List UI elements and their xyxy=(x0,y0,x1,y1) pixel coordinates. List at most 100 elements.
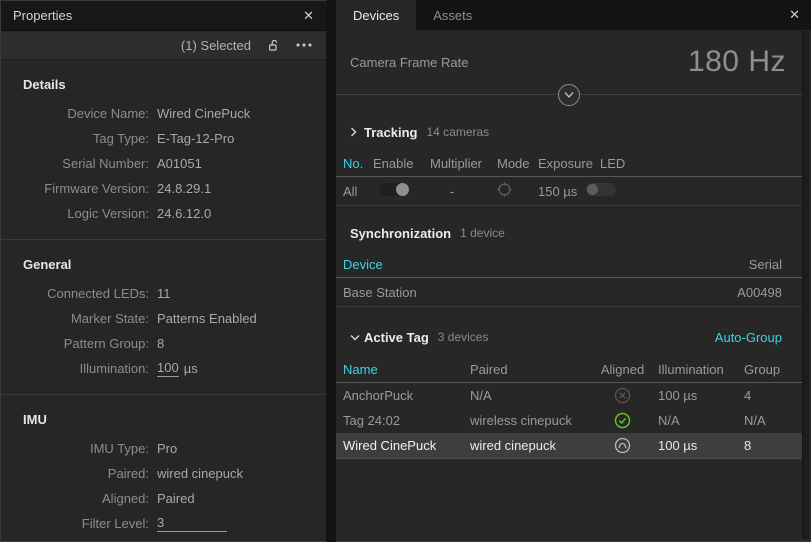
chevron-down-circle-icon[interactable] xyxy=(558,84,580,106)
prop-row-illumination: Illumination: 100 µs xyxy=(1,356,326,381)
col-header-multiplier[interactable]: Multiplier xyxy=(430,156,497,171)
properties-body: Details Device Name: Wired CinePuck Tag … xyxy=(1,60,326,541)
devices-body: Camera Frame Rate 180 Hz Tracking 14 cam… xyxy=(336,30,811,541)
close-icon[interactable]: ✕ xyxy=(303,9,314,22)
tag-group: 8 xyxy=(744,438,802,453)
active-tag-row-tag-2402[interactable]: Tag 24:02 wireless cinepuck N/A N/A xyxy=(336,408,802,433)
enable-toggle[interactable] xyxy=(379,183,409,196)
prop-value: E-Tag-12-Pro xyxy=(157,131,234,146)
prop-value: 24.6.12.0 xyxy=(157,206,211,221)
prop-label: Illumination: xyxy=(1,361,149,376)
toggle-knob xyxy=(587,184,598,195)
tag-group: N/A xyxy=(744,413,802,428)
prop-label: Device Name: xyxy=(1,106,149,121)
active-tag-row-wired-cinepuck[interactable]: Wired CinePuck wired cinepuck 100 µs 8 xyxy=(336,433,802,458)
led-toggle[interactable] xyxy=(586,183,616,196)
auto-group-link[interactable]: Auto-Group xyxy=(715,330,782,345)
more-options-icon[interactable] xyxy=(296,43,312,47)
section-divider xyxy=(336,205,802,206)
active-tag-section-header[interactable]: Active Tag 3 devices Auto-Group xyxy=(336,326,802,348)
synchronization-section-header[interactable]: Synchronization 1 device xyxy=(336,222,802,244)
selected-count-label: (1) Selected xyxy=(181,38,251,53)
prop-row-marker-state: Marker State: Patterns Enabled xyxy=(1,306,326,331)
section-divider xyxy=(336,306,802,307)
tab-assets[interactable]: Assets xyxy=(416,0,489,30)
prop-label: Marker State: xyxy=(1,311,149,326)
prop-row-firmware-version: Firmware Version: 24.8.29.1 xyxy=(1,176,326,201)
illumination-unit: µs xyxy=(184,361,198,376)
led-cell xyxy=(600,183,650,199)
prop-row-aligned: Aligned: Paired xyxy=(1,486,326,511)
devices-panel: Devices Assets ✕ Camera Frame Rate 180 H… xyxy=(336,0,811,542)
prop-value: wired cinepuck xyxy=(157,466,243,481)
tracking-title: Tracking xyxy=(364,125,417,140)
prop-value: Pro xyxy=(157,441,177,456)
camera-frame-rate-label: Camera Frame Rate xyxy=(350,55,468,70)
col-header-serial[interactable]: Serial xyxy=(749,257,782,272)
tag-name: Wired CinePuck xyxy=(343,438,470,453)
section-header-general: General xyxy=(1,240,326,281)
close-icon[interactable]: ✕ xyxy=(789,8,800,21)
device-serial: A00498 xyxy=(737,285,782,300)
filter-level-field[interactable]: 3 xyxy=(157,515,227,532)
col-header-enable[interactable]: Enable xyxy=(373,156,430,171)
prop-label: IMU Type: xyxy=(1,441,149,456)
section-header-imu: IMU xyxy=(1,395,326,436)
chevron-right-icon[interactable] xyxy=(350,127,364,137)
panel-divider[interactable] xyxy=(327,0,336,542)
active-tag-count: 3 devices xyxy=(438,330,489,344)
prop-label: Logic Version: xyxy=(1,206,149,221)
prop-label: Tag Type: xyxy=(1,131,149,146)
col-header-illumination[interactable]: Illumination xyxy=(650,362,744,377)
prop-row-logic-version: Logic Version: 24.6.12.0 xyxy=(1,201,326,226)
prop-label: Paired: xyxy=(1,466,149,481)
prop-label: Aligned: xyxy=(1,491,149,506)
tracking-row-all[interactable]: All - 150 µs xyxy=(336,177,802,205)
multiplier-value: - xyxy=(430,184,497,199)
active-tag-row-anchorpuck[interactable]: AnchorPuck N/A 100 µs 4 xyxy=(336,383,802,408)
col-header-aligned[interactable]: Aligned xyxy=(595,362,650,377)
prop-row-tag-type: Tag Type: E-Tag-12-Pro xyxy=(1,126,326,151)
properties-toolbar: (1) Selected xyxy=(1,31,326,60)
illumination-field[interactable]: 100 xyxy=(157,360,179,377)
chevron-down-icon[interactable] xyxy=(350,334,364,341)
tracking-mode-icon[interactable] xyxy=(497,185,512,200)
prop-label: Filter Level: xyxy=(1,516,149,531)
prop-row-imu-type: IMU Type: Pro xyxy=(1,436,326,461)
aligning-wave-icon xyxy=(595,437,650,454)
properties-panel: Properties ✕ (1) Selected Details Device… xyxy=(0,0,327,542)
col-header-mode[interactable]: Mode xyxy=(497,156,538,171)
scrollbar-track[interactable] xyxy=(802,31,809,539)
prop-value: A01051 xyxy=(157,156,202,171)
col-header-device[interactable]: Device xyxy=(343,257,749,272)
sync-row-base-station[interactable]: Base Station A00498 xyxy=(336,278,802,306)
col-header-group[interactable]: Group xyxy=(744,362,802,377)
col-header-paired[interactable]: Paired xyxy=(470,362,595,377)
prop-label: Connected LEDs: xyxy=(1,286,149,301)
mode-cell xyxy=(497,182,538,200)
prop-value: 8 xyxy=(157,336,164,351)
tracking-section-header[interactable]: Tracking 14 cameras xyxy=(336,121,802,143)
prop-row-serial-number: Serial Number: A01051 xyxy=(1,151,326,176)
prop-label: Pattern Group: xyxy=(1,336,149,351)
tag-illumination: 100 µs xyxy=(650,438,744,453)
tab-devices[interactable]: Devices xyxy=(336,0,416,30)
active-tag-table-header: Name Paired Aligned Illumination Group xyxy=(336,357,802,383)
tag-name: AnchorPuck xyxy=(343,388,470,403)
prop-value: Paired xyxy=(157,491,195,506)
col-header-led[interactable]: LED xyxy=(600,156,650,171)
tag-paired: wireless cinepuck xyxy=(470,413,595,428)
app-window: Properties ✕ (1) Selected Details Device… xyxy=(0,0,811,542)
tag-paired: N/A xyxy=(470,388,595,403)
enable-cell xyxy=(373,183,430,199)
prop-value: Patterns Enabled xyxy=(157,311,257,326)
camera-frame-rate-value: 180 Hz xyxy=(688,45,786,79)
prop-row-paired: Paired: wired cinepuck xyxy=(1,461,326,486)
unlock-icon[interactable] xyxy=(267,39,280,52)
col-header-no[interactable]: No. xyxy=(343,156,373,171)
col-header-name[interactable]: Name xyxy=(343,362,470,377)
devices-tabbar: Devices Assets ✕ xyxy=(336,0,811,30)
tracking-count: 14 cameras xyxy=(426,125,489,139)
col-header-exposure[interactable]: Exposure xyxy=(538,156,600,171)
prop-row-connected-leds: Connected LEDs: 11 xyxy=(1,281,326,306)
